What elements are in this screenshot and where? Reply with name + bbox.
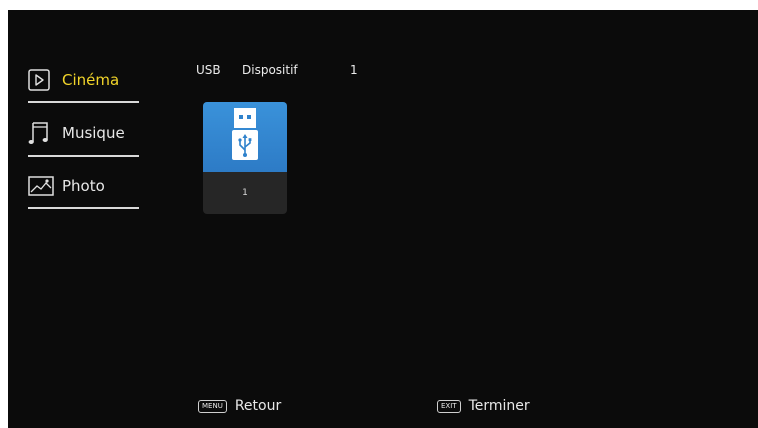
device-count: 1 (350, 63, 358, 77)
usb-drive-icon (231, 108, 259, 166)
back-hint[interactable]: MENU Retour (198, 398, 281, 414)
photo-icon (28, 173, 54, 199)
tile-label: 1 (242, 188, 248, 198)
menu-divider (28, 207, 139, 209)
exit-label: Terminer (468, 398, 530, 414)
device-label: Dispositif (242, 63, 298, 77)
menu-item-label: Photo (62, 177, 105, 195)
menu-item-musique[interactable]: Musique (28, 118, 138, 148)
menu-divider (28, 101, 139, 103)
usb-device-tile[interactable]: 1 (203, 102, 287, 214)
menu-key-icon: MENU (198, 399, 227, 413)
media-player-screen: Cinéma Musique Photo USB Dispositif 1 1 … (8, 10, 758, 428)
menu-item-photo[interactable]: Photo (28, 171, 138, 201)
menu-item-label: Musique (62, 124, 125, 142)
exit-hint[interactable]: EXIT Terminer (437, 398, 530, 414)
menu-item-cinema[interactable]: Cinéma (28, 65, 138, 95)
menu-divider (28, 155, 139, 157)
music-note-icon (28, 120, 54, 146)
menu-item-label: Cinéma (62, 71, 120, 89)
play-icon (28, 67, 54, 93)
back-label: Retour (234, 398, 282, 414)
source-label: USB (196, 63, 221, 77)
exit-key-icon: EXIT (437, 399, 461, 413)
